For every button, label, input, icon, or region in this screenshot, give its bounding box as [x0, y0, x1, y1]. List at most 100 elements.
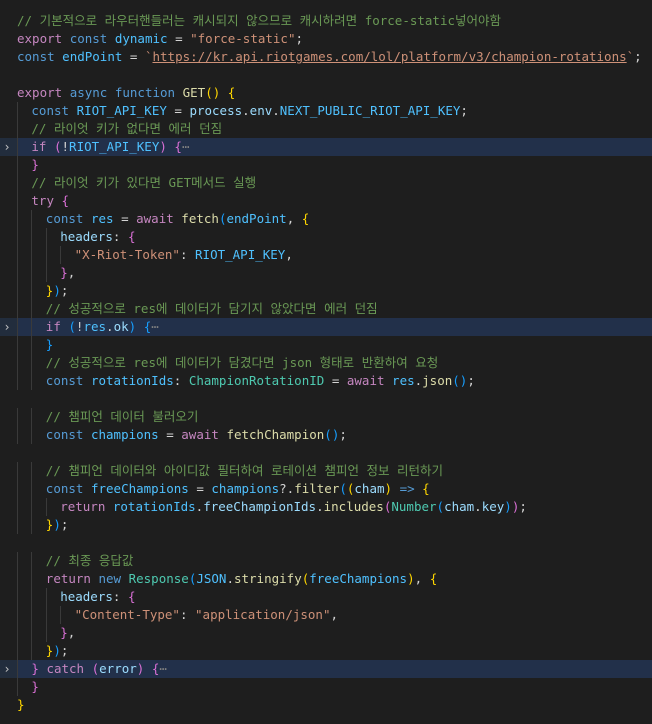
code-token: ,: [330, 607, 339, 622]
code-token: RIOT_API_KEY: [69, 139, 160, 154]
code-line[interactable]: });: [0, 642, 652, 660]
folded-code-line[interactable]: › if (!res.ok) {⋯: [0, 318, 652, 336]
code-line-content: // 최종 응답값: [17, 552, 652, 570]
code-line[interactable]: },: [0, 264, 652, 282]
code-line[interactable]: const RIOT_API_KEY = process.env.NEXT_PU…: [0, 102, 652, 120]
code-token: endPoint: [226, 211, 287, 226]
code-line[interactable]: // 성공적으로 res에 데이터가 담겼다면 json 형태로 반환하여 요청: [0, 354, 652, 372]
code-line[interactable]: [0, 534, 652, 552]
code-line[interactable]: // 챔피언 데이터 불러오기: [0, 408, 652, 426]
code-line[interactable]: [0, 390, 652, 408]
code-line-content: const champions = await fetchChampion();: [17, 426, 652, 444]
code-line-content: // 라이엇 키가 있다면 GET메서드 실행: [17, 174, 652, 192]
code-line[interactable]: const endPoint = `https://kr.api.riotgam…: [0, 48, 652, 66]
code-token: ,: [414, 571, 430, 586]
fold-ellipsis[interactable]: ⋯: [151, 319, 159, 334]
fold-ellipsis[interactable]: ⋯: [182, 139, 190, 154]
code-line[interactable]: }: [0, 336, 652, 354]
code-line[interactable]: headers: {: [0, 228, 652, 246]
code-token: :: [173, 373, 189, 388]
code-token: {: [301, 211, 310, 226]
code-token: (: [339, 481, 347, 496]
code-line-content: });: [17, 642, 652, 660]
code-token: dynamic: [114, 31, 168, 46]
indent-guide: [31, 246, 33, 264]
code-line[interactable]: [0, 444, 652, 462]
code-line[interactable]: // 라이엇 키가 있다면 GET메서드 실행: [0, 174, 652, 192]
code-line[interactable]: const res = await fetch(endPoint, {: [0, 210, 652, 228]
indent-guide: [17, 552, 18, 570]
code-line[interactable]: // 기본적으로 라우터핸들러는 캐시되지 않으므로 캐시하려면 force-s…: [0, 12, 652, 30]
code-line[interactable]: const champions = await fetchChampion();: [0, 426, 652, 444]
code-editor[interactable]: // 기본적으로 라우터핸들러는 캐시되지 않으므로 캐시하려면 force-s…: [0, 0, 652, 724]
indent-guide: [60, 606, 62, 624]
indent-guide: [45, 588, 47, 606]
code-token: =: [166, 103, 190, 118]
code-line[interactable]: try {: [0, 192, 652, 210]
code-line[interactable]: const freeChampions = champions?.filter(…: [0, 480, 652, 498]
code-line[interactable]: // 최종 응답값: [0, 552, 652, 570]
code-line[interactable]: }: [0, 696, 652, 714]
code-line-content: // 라이엇 키가 없다면 에러 던짐: [17, 120, 652, 138]
code-line[interactable]: "X-Riot-Token": RIOT_API_KEY,: [0, 246, 652, 264]
code-line[interactable]: });: [0, 516, 652, 534]
code-token: async: [69, 85, 108, 100]
code-line-content: "X-Riot-Token": RIOT_API_KEY,: [17, 246, 652, 264]
code-line[interactable]: [0, 66, 652, 84]
code-line[interactable]: },: [0, 624, 652, 642]
code-token: {: [174, 139, 182, 154]
code-line[interactable]: "Content-Type": "application/json",: [0, 606, 652, 624]
fold-ellipsis[interactable]: ⋯: [159, 661, 167, 676]
indent-guide: [31, 300, 33, 318]
code-token: const: [31, 103, 70, 118]
indent-guide: [45, 606, 47, 624]
code-token: "application/json": [195, 607, 331, 622]
code-token: new: [98, 571, 122, 586]
indent-guide: [17, 120, 18, 138]
code-line[interactable]: return rotationIds.freeChampionIds.inclu…: [0, 498, 652, 516]
indent-guide: [17, 264, 18, 282]
code-token: "force-static": [190, 31, 296, 46]
code-token: try: [31, 193, 54, 208]
indent-guide: [17, 102, 18, 120]
indent-guide: [31, 516, 33, 534]
code-line[interactable]: // 챔피언 데이터와 아이디값 필터하여 로테이션 챔피언 정보 리턴하기: [0, 462, 652, 480]
folded-code-line[interactable]: › if (!RIOT_API_KEY) {⋯: [0, 138, 652, 156]
code-line[interactable]: return new Response(JSON.stringify(freeC…: [0, 570, 652, 588]
indent-guide: [17, 138, 18, 156]
code-token: ,: [286, 211, 302, 226]
code-line-content: const res = await fetch(endPoint, {: [17, 210, 652, 228]
chevron-right-icon[interactable]: ›: [2, 138, 12, 156]
code-line[interactable]: const rotationIds: ChampionRotationID = …: [0, 372, 652, 390]
indent-guide: [17, 678, 18, 696]
chevron-right-icon[interactable]: ›: [2, 318, 12, 336]
code-token: res: [90, 211, 114, 226]
code-line[interactable]: }: [0, 678, 652, 696]
code-token: const: [17, 49, 55, 64]
indent-guide: [45, 246, 47, 264]
indent-guide: [31, 642, 33, 660]
code-line[interactable]: });: [0, 282, 652, 300]
code-line[interactable]: // 성공적으로 res에 데이터가 담기지 않았다면 에러 던짐: [0, 300, 652, 318]
code-token: =: [122, 49, 145, 64]
code-token: // 기본적으로 라우터핸들러는 캐시되지 않으므로 캐시하려면 force-s…: [17, 13, 502, 28]
code-token: ,: [67, 625, 76, 640]
indent-guide: [31, 588, 33, 606]
code-line[interactable]: // 라이엇 키가 없다면 에러 던짐: [0, 120, 652, 138]
code-line[interactable]: }: [0, 156, 652, 174]
indent-guide: [17, 588, 18, 606]
chevron-right-icon[interactable]: ›: [2, 660, 12, 678]
code-line[interactable]: headers: {: [0, 588, 652, 606]
code-token: =: [158, 427, 182, 442]
folded-code-line[interactable]: ›} catch (error) {⋯: [0, 660, 652, 678]
code-line[interactable]: export async function GET() {: [0, 84, 652, 102]
code-line[interactable]: export const dynamic = "force-static";: [0, 30, 652, 48]
indent-guide: [17, 606, 18, 624]
code-token: return: [45, 571, 91, 586]
